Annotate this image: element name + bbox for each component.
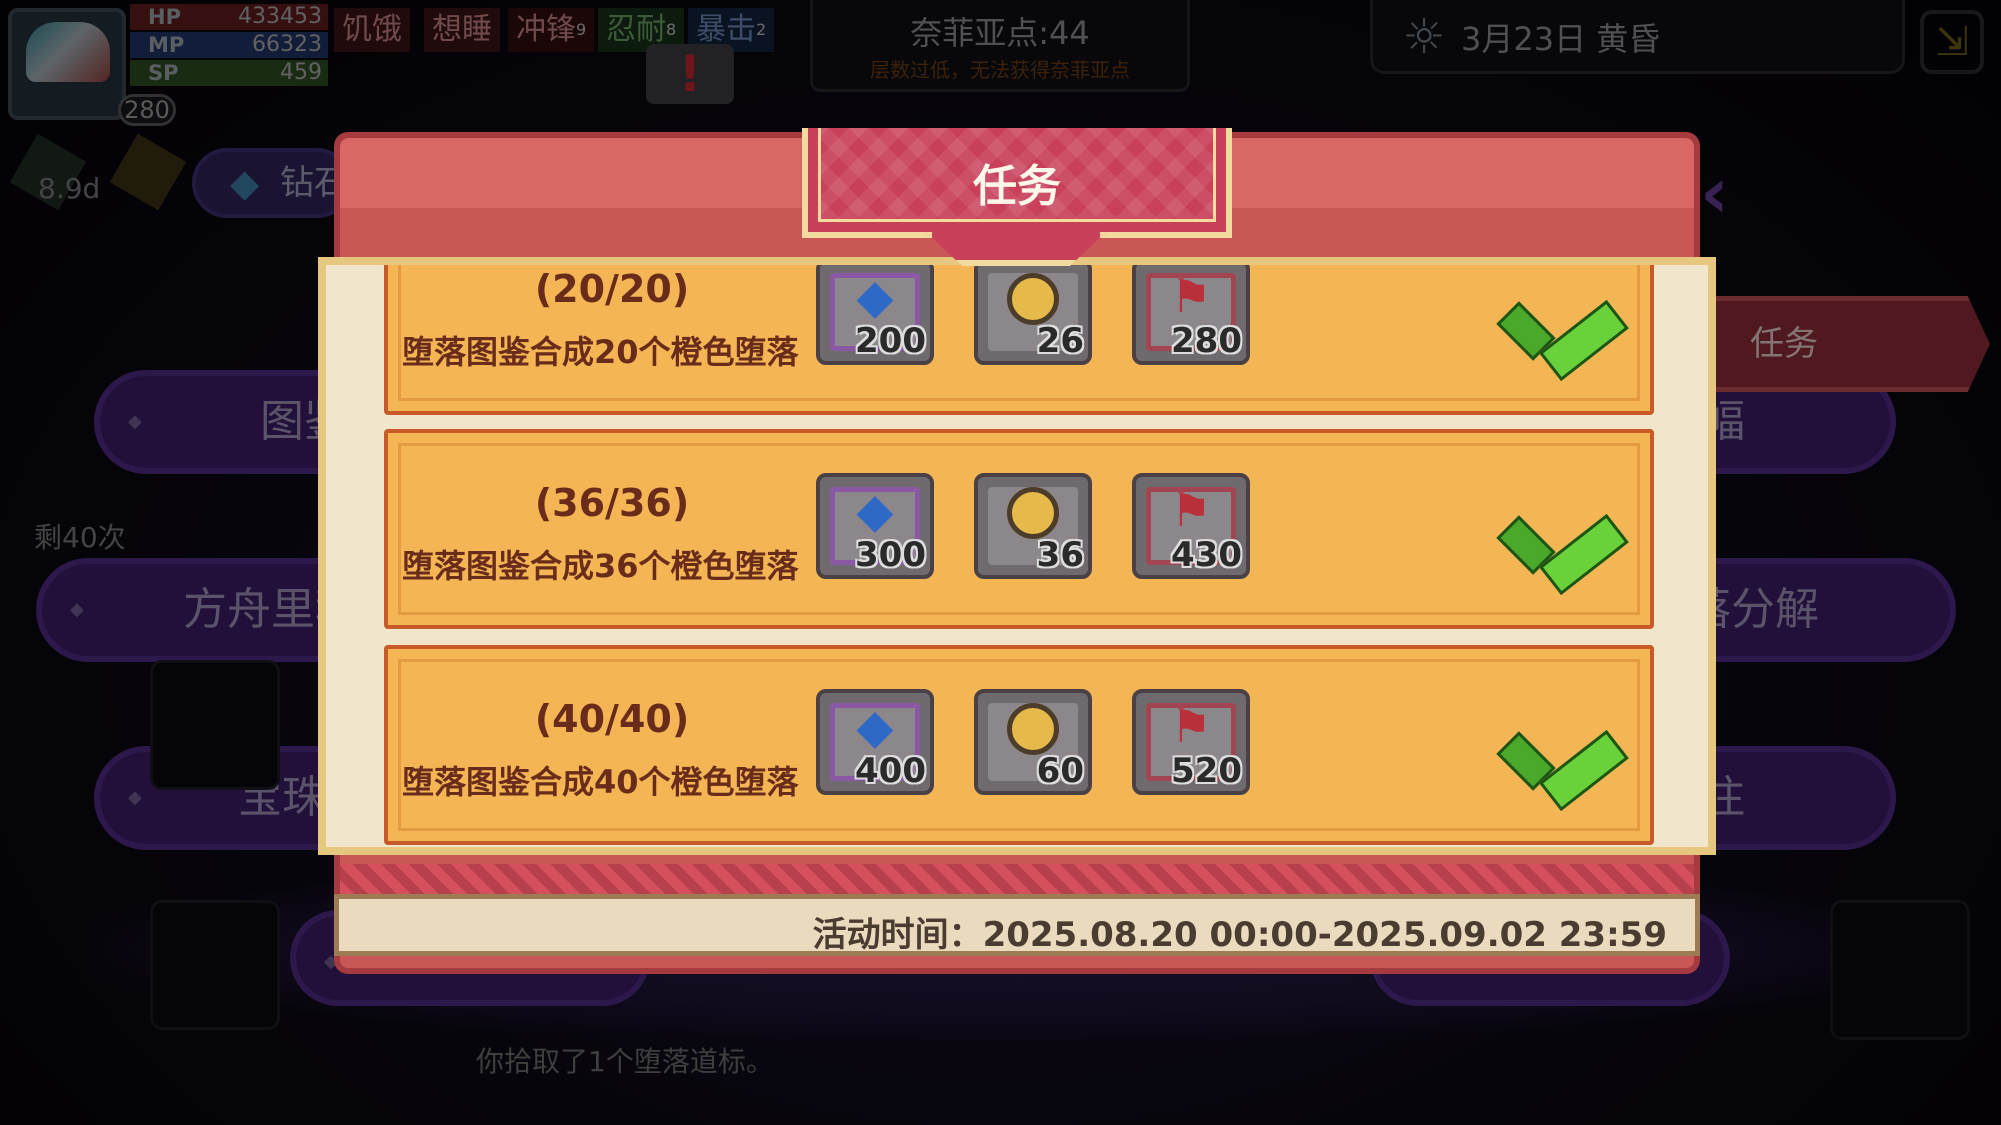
- fragment-icon: ⚑: [1170, 269, 1212, 323]
- quest-description: 堕落图鉴合成40个橙色堕落: [402, 763, 799, 801]
- reward-gem[interactable]: ◆ 400: [816, 689, 934, 795]
- complete-check-icon: [1502, 707, 1592, 787]
- modal-footer: 活动时间：2025.08.20 00:00-2025.09.02 23:59: [334, 864, 1700, 974]
- quest-progress: (40/40): [534, 697, 690, 741]
- quest-modal: (20/20) 堕落图鉴合成20个橙色堕落 ◆ 200 26 ⚑ 280 (36…: [318, 128, 1716, 974]
- gem-icon: ◆: [856, 483, 894, 539]
- reward-gem[interactable]: ◆ 200: [816, 265, 934, 365]
- reward-fragment[interactable]: ⚑ 280: [1132, 265, 1250, 365]
- reward-token[interactable]: 36: [974, 473, 1092, 579]
- fragment-icon: ⚑: [1170, 699, 1212, 753]
- quest-item: (20/20) 堕落图鉴合成20个橙色堕落 ◆ 200 26 ⚑ 280: [384, 265, 1654, 415]
- reward-count: 400: [855, 751, 926, 791]
- reward-count: 280: [1171, 321, 1242, 361]
- modal-title-banner: 任务: [802, 128, 1232, 266]
- reward-count: 26: [1036, 321, 1084, 361]
- gem-icon: ◆: [856, 269, 894, 325]
- complete-check-icon: [1502, 491, 1592, 571]
- reward-count: 36: [1036, 535, 1084, 575]
- reward-token[interactable]: 60: [974, 689, 1092, 795]
- footer-pattern: [340, 864, 1694, 894]
- reward-count: 200: [855, 321, 926, 361]
- reward-token[interactable]: 26: [974, 265, 1092, 365]
- reward-count: 60: [1036, 751, 1084, 791]
- fragment-icon: ⚑: [1170, 483, 1212, 537]
- gem-icon: ◆: [856, 699, 894, 755]
- reward-count: 430: [1171, 535, 1242, 575]
- reward-count: 520: [1171, 751, 1242, 791]
- quest-list[interactable]: (20/20) 堕落图鉴合成20个橙色堕落 ◆ 200 26 ⚑ 280 (36…: [384, 265, 1654, 847]
- quest-description: 堕落图鉴合成36个橙色堕落: [402, 547, 799, 585]
- complete-check-icon: [1502, 277, 1592, 357]
- event-time-bar: 活动时间：2025.08.20 00:00-2025.09.02 23:59: [334, 894, 1700, 956]
- quest-item: (36/36) 堕落图鉴合成36个橙色堕落 ◆ 300 36 ⚑ 430: [384, 429, 1654, 629]
- reward-fragment[interactable]: ⚑ 430: [1132, 473, 1250, 579]
- quest-list-panel: (20/20) 堕落图鉴合成20个橙色堕落 ◆ 200 26 ⚑ 280 (36…: [318, 257, 1716, 855]
- quest-description: 堕落图鉴合成20个橙色堕落: [402, 333, 799, 371]
- modal-title: 任务: [973, 161, 1061, 212]
- quest-progress: (36/36): [534, 481, 690, 525]
- reward-gem[interactable]: ◆ 300: [816, 473, 934, 579]
- reward-count: 300: [855, 535, 926, 575]
- quest-progress: (20/20): [534, 267, 690, 311]
- event-time: 活动时间：2025.08.20 00:00-2025.09.02 23:59: [812, 915, 1667, 955]
- reward-fragment[interactable]: ⚑ 520: [1132, 689, 1250, 795]
- quest-item: (40/40) 堕落图鉴合成40个橙色堕落 ◆ 400 60 ⚑ 520: [384, 645, 1654, 845]
